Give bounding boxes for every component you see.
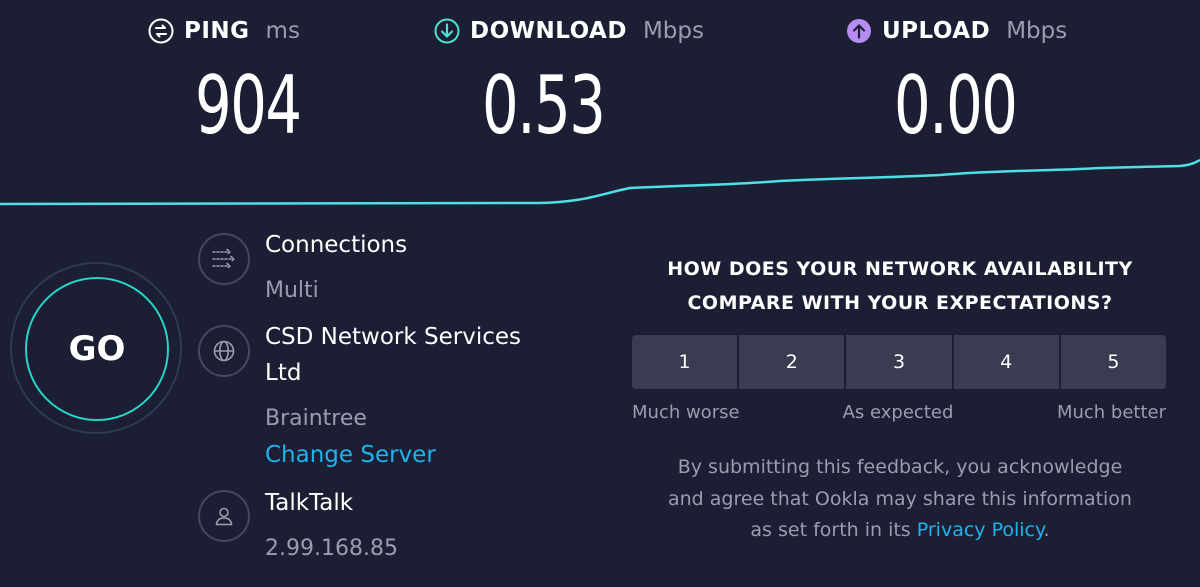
speed-graph-line — [0, 158, 1200, 206]
upload-value: 0.00 — [894, 59, 1018, 152]
connections-value: Multi — [265, 278, 319, 303]
server-location: Braintree — [265, 406, 367, 431]
user-icon-circle — [198, 490, 250, 542]
download-metric: DOWNLOAD Mbps 0.53 — [434, 18, 704, 148]
connections-title: Connections — [265, 232, 408, 258]
disclaimer-line3: as set forth in its Privacy Policy. — [620, 515, 1180, 547]
upload-label: UPLOAD — [882, 18, 991, 44]
download-value: 0.53 — [482, 59, 606, 152]
ping-unit: ms — [265, 18, 300, 44]
ping-metric: PING ms 904 — [148, 18, 302, 148]
rating-4-button[interactable]: 4 — [953, 335, 1059, 389]
provider-name: TalkTalk — [265, 490, 354, 516]
rating-1-button[interactable]: 1 — [632, 335, 738, 389]
upload-unit: Mbps — [1006, 18, 1068, 44]
disclaimer-line3-text: as set forth in its — [750, 519, 917, 541]
download-header: DOWNLOAD Mbps — [434, 18, 704, 44]
server-name: CSD Network Services Ltd — [265, 320, 521, 391]
privacy-policy-link[interactable]: Privacy Policy — [917, 519, 1044, 541]
download-label: DOWNLOAD — [470, 18, 627, 44]
ping-icon — [148, 18, 174, 44]
connections-icon-circle — [198, 233, 250, 285]
go-button[interactable]: GO — [25, 277, 169, 421]
globe-icon — [213, 340, 235, 362]
server-name-line1: CSD Network Services — [265, 324, 522, 350]
change-server-link[interactable]: Change Server — [265, 442, 436, 468]
upload-arrow-icon — [847, 19, 871, 43]
ping-value: 904 — [195, 59, 302, 152]
upload-header: UPLOAD Mbps — [846, 18, 1067, 44]
scale-high-label: Much better — [1056, 402, 1166, 423]
disclaimer-line2: and agree that Ookla may share this info… — [668, 487, 1132, 510]
rating-5-button[interactable]: 5 — [1060, 335, 1167, 389]
speed-graph — [0, 158, 1200, 206]
globe-icon-circle — [198, 325, 250, 377]
rating-bar: 1 2 3 4 5 — [632, 335, 1167, 389]
server-name-line2: Ltd — [265, 359, 302, 386]
feedback-disclaimer: By submitting this feedback, you acknowl… — [620, 452, 1180, 547]
disclaimer-line3-end: . — [1043, 519, 1050, 541]
download-unit: Mbps — [642, 18, 704, 44]
survey-question-line2: COMPARE WITH YOUR EXPECTATIONS? — [687, 292, 1113, 314]
ping-header: PING ms — [148, 18, 300, 44]
user-icon — [215, 507, 233, 526]
connections-icon — [212, 248, 236, 270]
survey-question-line1: HOW DOES YOUR NETWORK AVAILABILITY — [667, 258, 1133, 280]
rating-2-button[interactable]: 2 — [739, 335, 845, 389]
disclaimer-line1: By submitting this feedback, you acknowl… — [677, 456, 1123, 478]
ping-label: PING — [184, 18, 250, 44]
upload-metric: UPLOAD Mbps 0.00 — [846, 18, 1067, 148]
survey-question: HOW DOES YOUR NETWORK AVAILABILITY COMPA… — [620, 252, 1180, 320]
rating-3-button[interactable]: 3 — [846, 335, 952, 389]
download-arrow-icon — [434, 18, 460, 44]
scale-low-label: Much worse — [632, 402, 740, 423]
provider-ip: 2.99.168.85 — [265, 536, 398, 561]
